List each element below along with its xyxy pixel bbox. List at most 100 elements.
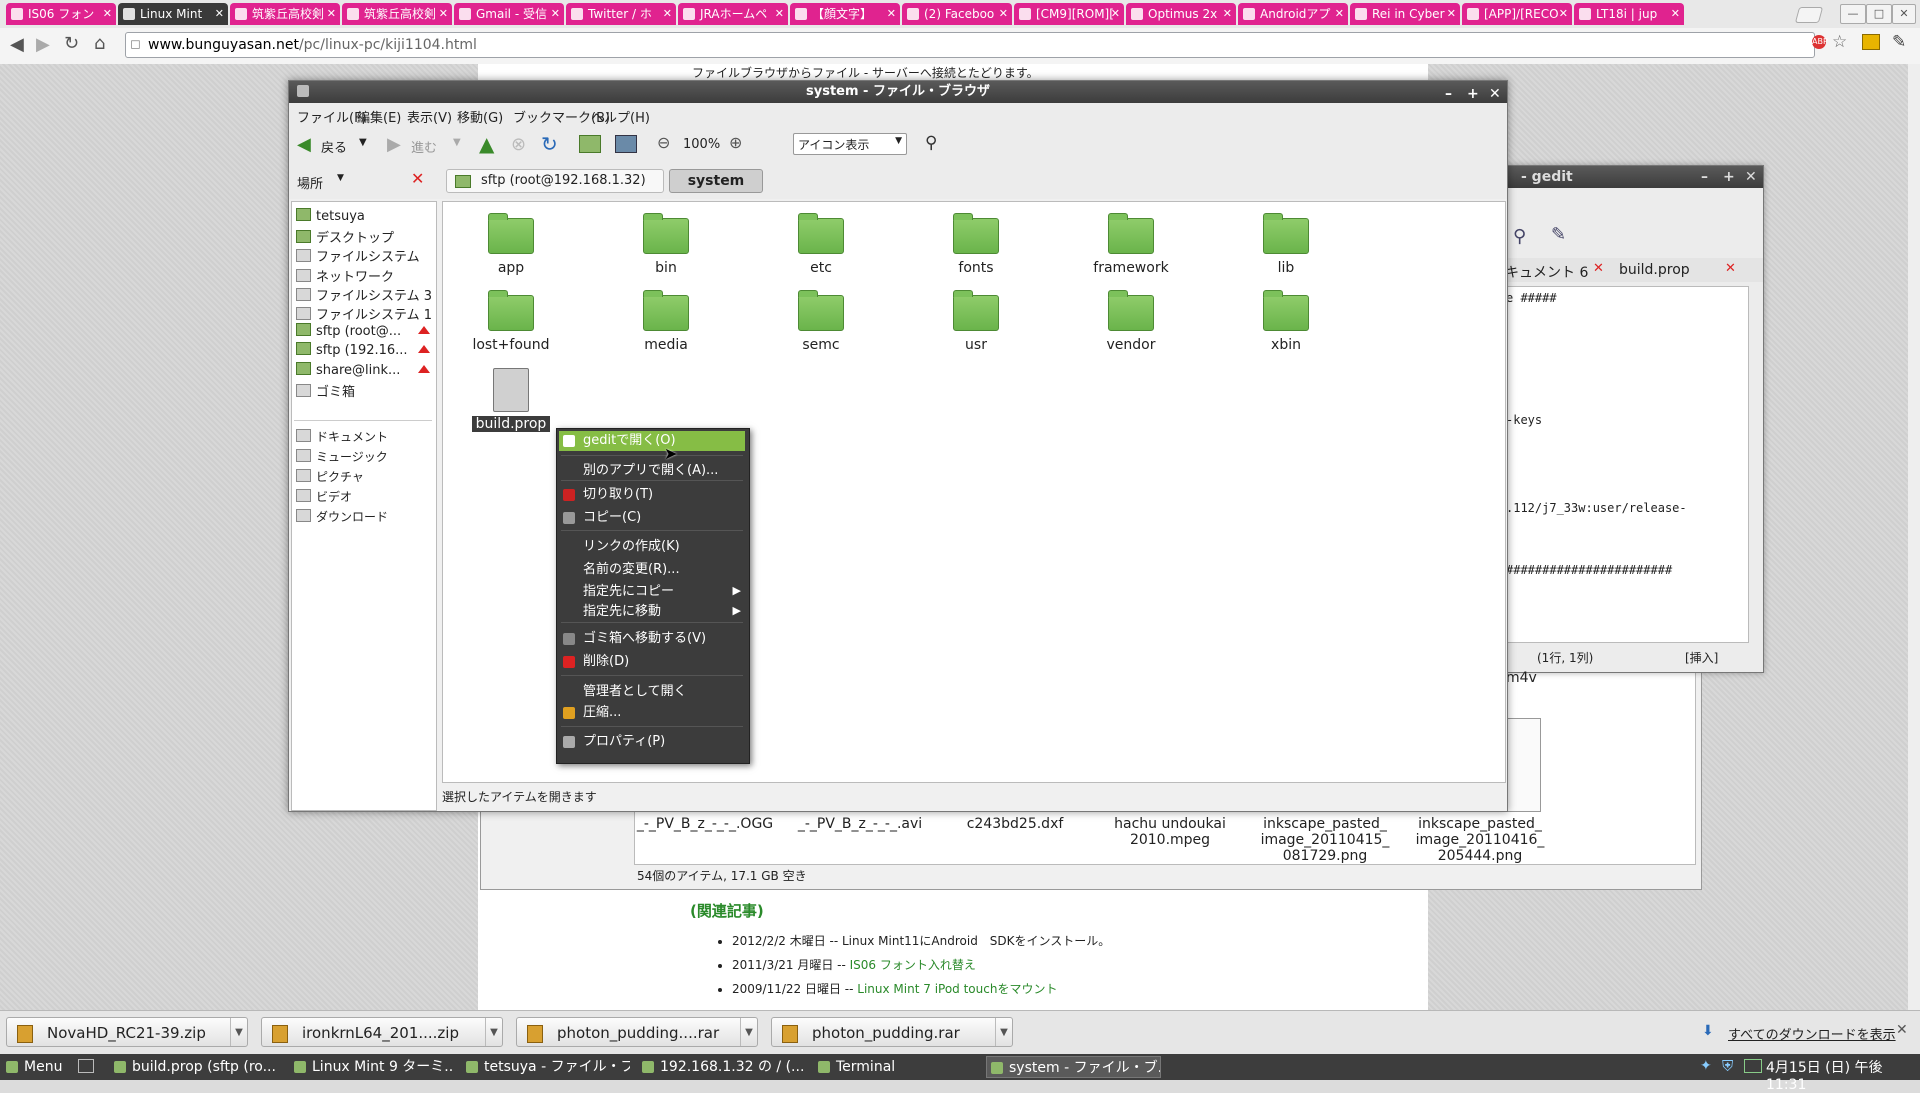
browser-tab[interactable]: JRAホームペ ✕: [678, 3, 788, 25]
sidebar-bookmark[interactable]: ドキュメント: [296, 428, 432, 446]
tab-close-icon[interactable]: ✕: [999, 3, 1008, 25]
gedit-maximize[interactable]: +: [1723, 166, 1735, 188]
browser-tab[interactable]: 【顔文字】 ✕: [790, 3, 900, 25]
browser-tab[interactable]: LT18i | jup ✕: [1574, 3, 1684, 25]
new-tab-button[interactable]: [1794, 7, 1824, 23]
bluetooth-icon[interactable]: ✦: [1700, 1058, 1712, 1074]
forward-history-icon[interactable]: ▼: [453, 137, 461, 148]
gedit-tab-1-close-icon[interactable]: ✕: [1593, 261, 1604, 276]
tab-close-icon[interactable]: ✕: [327, 3, 336, 25]
background-file[interactable]: hachu undoukai 2010.mpeg: [1095, 816, 1245, 848]
tab-close-icon[interactable]: ✕: [1335, 3, 1344, 25]
stop-icon[interactable]: ⊗: [511, 134, 526, 155]
close-button[interactable]: ✕: [1892, 4, 1916, 24]
back-history-icon[interactable]: ▼: [359, 137, 367, 148]
folder-item[interactable]: xbin: [1226, 290, 1346, 353]
browser-tab[interactable]: 筑紫丘高校剣 ✕: [230, 3, 340, 25]
sidebar-place[interactable]: share@link...: [296, 361, 432, 380]
context-menu-item[interactable]: リンクの作成(K): [583, 537, 680, 557]
folder-item[interactable]: bin: [606, 213, 726, 276]
browser-tab[interactable]: IS06 フォン ✕: [6, 3, 116, 25]
tab-close-icon[interactable]: ✕: [887, 3, 896, 25]
taskbar-window-button[interactable]: build.prop (sftp (ro...: [110, 1056, 282, 1078]
search-icon[interactable]: ⚲: [925, 133, 937, 153]
window-menu-icon[interactable]: [297, 85, 309, 97]
extension-icon[interactable]: [1862, 34, 1880, 50]
browser-tab[interactable]: Optimus 2x ✕: [1126, 3, 1236, 25]
gedit-tab-1[interactable]: キュメント 6: [1505, 262, 1588, 282]
window-maximize[interactable]: +: [1467, 83, 1479, 105]
taskbar-window-button[interactable]: Terminal: [814, 1056, 978, 1078]
folder-item[interactable]: app: [451, 213, 571, 276]
folder-item[interactable]: usr: [916, 290, 1036, 353]
download-item[interactable]: ironkrnL64_201....zip ▼: [261, 1017, 503, 1047]
sidebar-place[interactable]: ファイルシステム 1...: [296, 304, 432, 322]
context-menu-item[interactable]: 圧縮...: [583, 703, 621, 723]
browser-tab[interactable]: Androidアプ ✕: [1238, 3, 1348, 25]
tab-close-icon[interactable]: ✕: [1223, 3, 1232, 25]
background-file[interactable]: c243bd25.dxf: [940, 816, 1090, 832]
computer-icon[interactable]: [615, 135, 637, 153]
tab-close-icon[interactable]: ✕: [1671, 3, 1680, 25]
back-icon[interactable]: ◀: [10, 34, 24, 55]
related-link[interactable]: IS06 フォント入れ替え: [850, 958, 976, 972]
sidebar-place[interactable]: デスクトップ: [296, 227, 432, 245]
tab-close-icon[interactable]: ✕: [1559, 3, 1568, 25]
gedit-text-area[interactable]: e ##### -keys .112/j7_33w:user/release- ###…: [1505, 286, 1749, 643]
taskbar-window-button[interactable]: Linux Mint 9 ターミ...: [290, 1056, 454, 1078]
menu-item[interactable]: 移動(G): [457, 107, 503, 126]
background-file[interactable]: inkscape_pasted_ image_20110416_ 205444.…: [1405, 816, 1555, 864]
shield-icon[interactable]: ⛨: [1722, 1057, 1733, 1075]
sidebar-bookmark[interactable]: ビデオ: [296, 488, 432, 506]
up-icon[interactable]: ▲: [479, 132, 494, 156]
path-button-system[interactable]: system: [669, 169, 763, 193]
background-file[interactable]: inkscape_pasted_ image_20110415_ 081729.…: [1250, 816, 1400, 864]
zoom-out-icon[interactable]: ⊖: [657, 133, 670, 152]
menu-item[interactable]: 表示(V): [407, 107, 452, 126]
sidebar-bookmark[interactable]: ダウンロード: [296, 508, 432, 526]
forward-button[interactable]: 進む: [411, 137, 437, 156]
places-dropdown[interactable]: 場所: [297, 173, 323, 192]
sidebar-place[interactable]: ファイルシステム: [296, 246, 432, 264]
tab-close-icon[interactable]: ✕: [103, 3, 112, 25]
folder-item[interactable]: fonts: [916, 213, 1036, 276]
sidebar-place[interactable]: sftp (root@...: [296, 323, 432, 341]
browser-tab[interactable]: (2) Faceboo ✕: [902, 3, 1012, 25]
sidebar-place[interactable]: ネットワーク: [296, 266, 432, 284]
context-menu-item[interactable]: コピー(C): [583, 508, 641, 528]
close-download-bar-icon[interactable]: ✕: [1896, 1022, 1908, 1038]
tab-close-icon[interactable]: ✕: [215, 3, 224, 25]
home-folder-icon[interactable]: [579, 135, 601, 153]
sidebar-place[interactable]: tetsuya: [296, 208, 432, 226]
view-mode-select[interactable]: アイコン表示 ▼: [793, 133, 907, 155]
forward-icon[interactable]: ▶: [36, 34, 50, 55]
gedit-close[interactable]: ✕: [1745, 166, 1757, 188]
tab-close-icon[interactable]: ✕: [663, 3, 672, 25]
tab-close-icon[interactable]: ✕: [1447, 3, 1456, 25]
places-chevron-icon[interactable]: ▼: [337, 173, 344, 183]
network-icon[interactable]: [1744, 1059, 1762, 1073]
path-button-sftp[interactable]: sftp (root@192.168.1.32): [446, 169, 664, 193]
show-desktop-icon[interactable]: [78, 1059, 94, 1073]
context-menu-item[interactable]: プロパティ(P): [583, 732, 665, 752]
sidebar-bookmark[interactable]: ピクチャ: [296, 468, 432, 486]
gedit-tab-2[interactable]: build.prop: [1619, 262, 1690, 278]
file-item-selected[interactable]: build.prop: [451, 368, 571, 432]
zoom-in-icon[interactable]: ⊕: [729, 133, 742, 152]
folder-item[interactable]: etc: [761, 213, 881, 276]
context-menu-item[interactable]: 指定先にコピー: [583, 582, 674, 602]
browser-tab[interactable]: Linux Mint ✕: [118, 3, 228, 25]
folder-item[interactable]: media: [606, 290, 726, 353]
folder-item[interactable]: lost+found: [451, 290, 571, 353]
page-scrollbar[interactable]: [1908, 64, 1920, 1010]
start-menu-button[interactable]: Menu: [2, 1056, 74, 1078]
adblock-icon[interactable]: ABP: [1812, 35, 1828, 49]
browser-tab[interactable]: Twitter / ホ ✕: [566, 3, 676, 25]
folder-item[interactable]: lib: [1226, 213, 1346, 276]
browser-tab[interactable]: Gmail - 受信 ✕: [454, 3, 564, 25]
maximize-button[interactable]: □: [1866, 4, 1892, 24]
search-icon[interactable]: ⚲: [1513, 226, 1526, 247]
eject-icon[interactable]: [418, 364, 430, 373]
folder-item[interactable]: semc: [761, 290, 881, 353]
reload-icon[interactable]: ↻: [541, 132, 558, 156]
